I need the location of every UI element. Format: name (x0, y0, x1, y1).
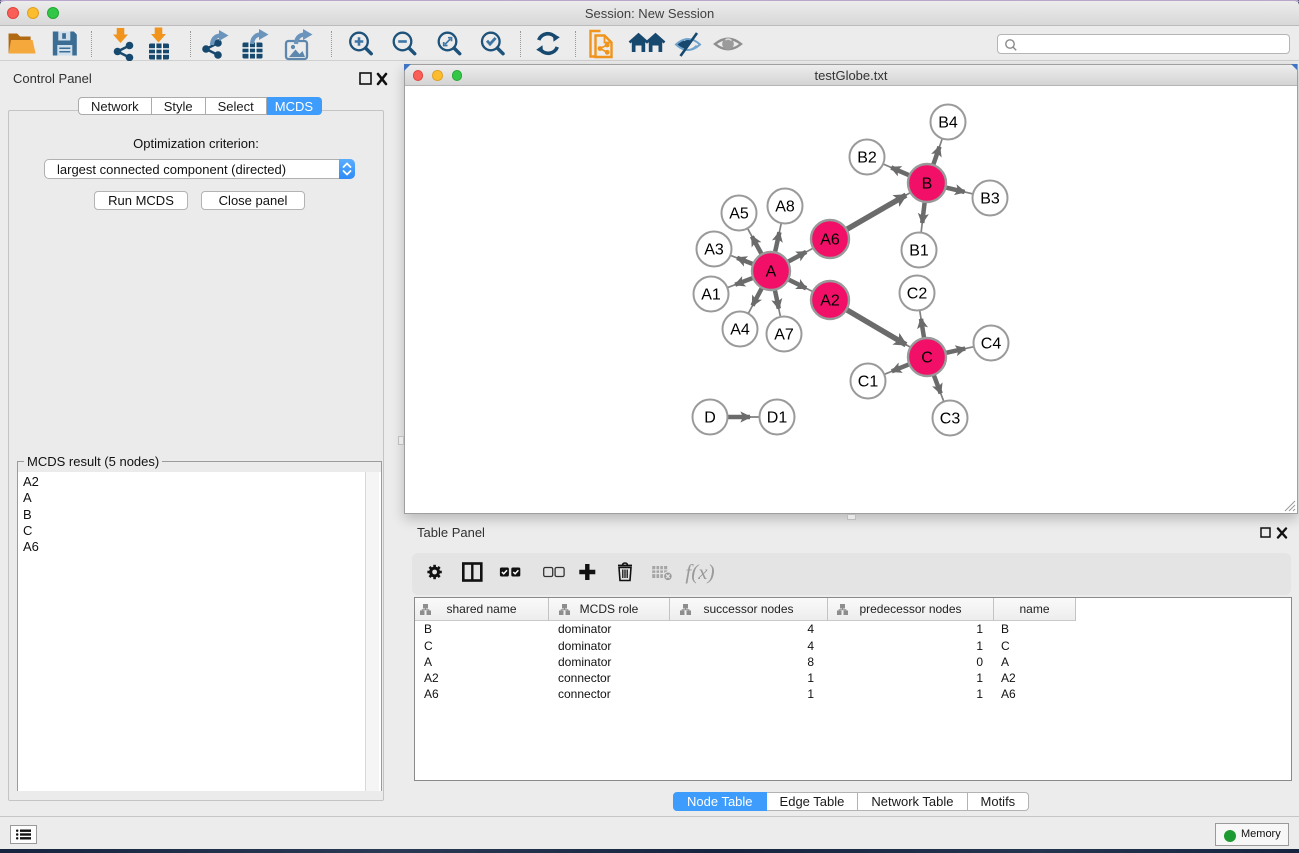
svg-text:f(x): f(x) (685, 560, 714, 584)
svg-text:B2: B2 (857, 150, 877, 167)
svg-text:B: B (922, 176, 933, 193)
svg-text:C3: C3 (940, 411, 961, 428)
svg-text:D1: D1 (767, 410, 788, 427)
svg-text:C2: C2 (907, 286, 928, 303)
svg-text:A5: A5 (729, 206, 749, 223)
svg-text:A3: A3 (704, 242, 724, 259)
svg-text:B4: B4 (938, 115, 958, 132)
svg-text:A7: A7 (774, 327, 794, 344)
svg-text:C1: C1 (858, 374, 879, 391)
svg-text:B3: B3 (980, 191, 1000, 208)
svg-text:C4: C4 (981, 336, 1002, 353)
svg-text:A2: A2 (820, 293, 840, 310)
svg-text:A8: A8 (775, 199, 795, 216)
svg-text:A1: A1 (701, 287, 721, 304)
svg-text:B1: B1 (909, 243, 929, 260)
svg-text:A4: A4 (730, 322, 750, 339)
svg-text:D: D (704, 410, 716, 427)
svg-text:A: A (766, 264, 777, 281)
svg-text:C: C (921, 350, 933, 367)
svg-text:A6: A6 (820, 232, 840, 249)
